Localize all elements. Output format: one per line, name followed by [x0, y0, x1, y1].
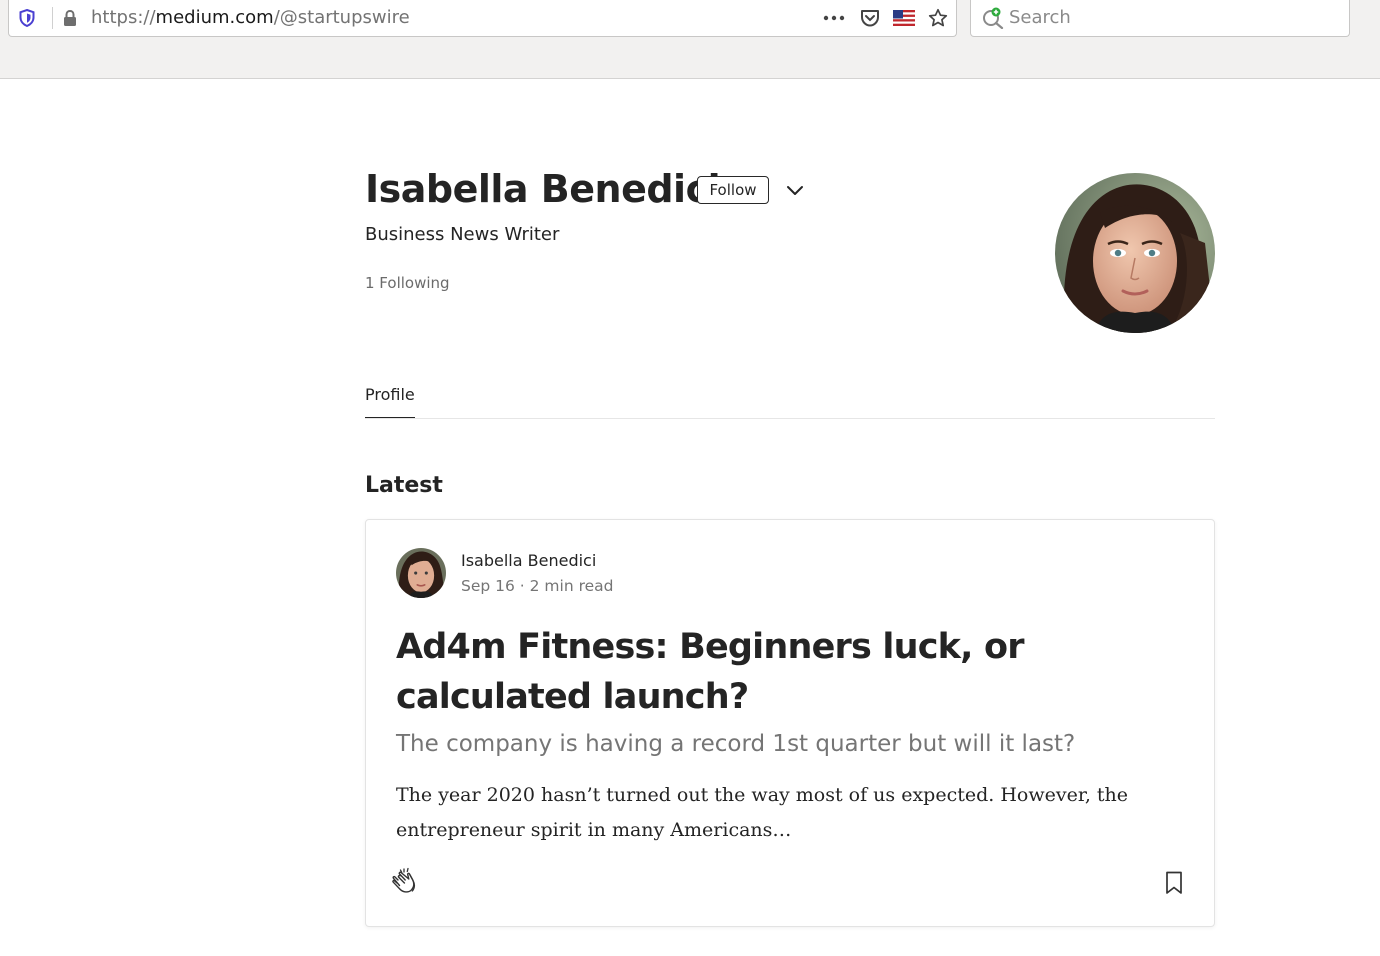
bookmark-star-icon[interactable]	[926, 7, 950, 29]
avatar	[1055, 173, 1215, 333]
search-icon	[983, 7, 1004, 29]
clap-icon[interactable]	[390, 866, 422, 898]
address-separator	[52, 7, 53, 29]
page-actions-icon[interactable]	[822, 7, 846, 29]
url-scheme: https://	[91, 7, 156, 28]
post-excerpt[interactable]: The year 2020 hasn’t turned out the way …	[396, 778, 1186, 848]
post-date-read-time: Sep 16 · 2 min read	[461, 577, 614, 595]
section-heading-latest: Latest	[365, 473, 443, 498]
url-text[interactable]: https://medium.com/@startupswire	[91, 7, 410, 29]
post-title[interactable]: Ad4m Fitness: Beginners luck, or calcula…	[396, 622, 1186, 722]
search-bar[interactable]: Search	[970, 0, 1350, 37]
post-author-avatar-photo	[396, 548, 446, 598]
following-count-link[interactable]: 1 Following	[365, 272, 450, 294]
shield-icon[interactable]	[19, 9, 35, 27]
address-bar[interactable]: https://medium.com/@startupswire	[8, 0, 957, 37]
chevron-down-icon[interactable]	[783, 178, 807, 202]
author-name: Isabella Benedici	[365, 167, 721, 211]
profile-tabs: Profile	[365, 380, 1215, 419]
author-bio: Business News Writer	[365, 224, 560, 245]
pocket-icon[interactable]	[858, 7, 882, 29]
us-flag-icon[interactable]	[892, 7, 916, 29]
url-host: medium.com	[155, 7, 274, 28]
post-card[interactable]: Isabella Benedici Sep 16 · 2 min read Ad…	[365, 519, 1215, 927]
avatar-photo	[1055, 173, 1215, 333]
follow-button[interactable]: Follow	[697, 176, 769, 204]
post-subtitle[interactable]: The company is having a record 1st quart…	[396, 728, 1186, 760]
post-author-avatar[interactable]	[396, 548, 446, 598]
lock-icon[interactable]	[63, 9, 77, 27]
url-path: /@startupswire	[273, 7, 410, 28]
browser-toolbar: https://medium.com/@startupswire Search	[0, 0, 1380, 79]
tab-profile[interactable]: Profile	[365, 384, 415, 418]
search-placeholder: Search	[1009, 7, 1071, 28]
post-author-name[interactable]: Isabella Benedici	[461, 550, 596, 572]
bookmark-icon[interactable]	[1162, 870, 1186, 896]
